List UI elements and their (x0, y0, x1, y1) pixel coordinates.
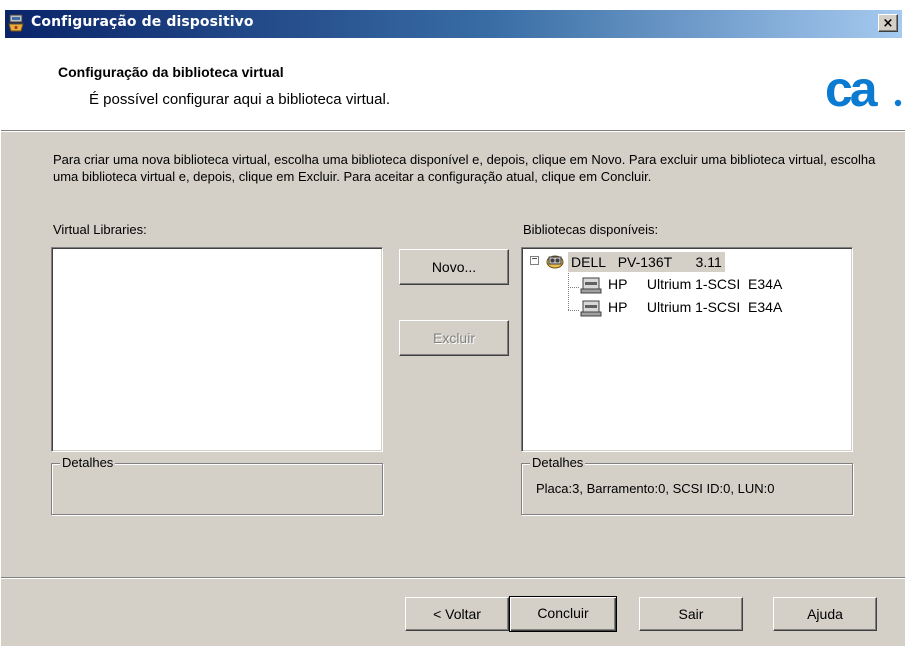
header-title: Configuração da biblioteca virtual (58, 64, 284, 80)
drive-vendor: HP (608, 276, 628, 292)
drive-revision: E34A (748, 276, 783, 292)
tree-node-label: HP Ultrium 1-SCSI E34A (608, 276, 782, 292)
tree-node-label: HP Ultrium 1-SCSI E34A (608, 299, 782, 315)
details-legend: Detalhes (60, 455, 116, 470)
drive-vendor: HP (608, 299, 628, 315)
tape-drive-icon (580, 277, 602, 294)
close-button[interactable]: × (878, 14, 898, 32)
available-libraries-label: Bibliotecas disponíveis: (523, 222, 659, 237)
device-wizard-icon (8, 14, 24, 32)
tree-node-model: PV-136T (617, 254, 673, 270)
details-value: Placa:3, Barramento:0, SCSI ID:0, LUN:0 (536, 481, 775, 496)
finish-button[interactable]: Concluir (509, 596, 617, 632)
drive-model: Ultrium 1-SCSI (646, 299, 741, 315)
collapse-icon[interactable]: − (530, 255, 539, 265)
tree-connector (568, 310, 580, 311)
tape-drive-icon (580, 300, 602, 317)
tape-library-icon (546, 255, 564, 269)
virtual-libraries-list[interactable] (51, 247, 383, 452)
close-icon: × (882, 16, 894, 31)
tree-connector (568, 273, 569, 311)
device-configuration-dialog: Configuração de dispositivo × Configuraç… (0, 0, 905, 646)
header-subtitle: É possível configurar aqui a biblioteca … (89, 91, 390, 108)
instructions-text: Para criar uma nova biblioteca virtual, … (53, 152, 876, 184)
title-bar[interactable]: Configuração de dispositivo × (1, 0, 905, 46)
available-details-group: Detalhes Placa:3, Barramento:0, SCSI ID:… (521, 455, 853, 515)
drive-revision: E34A (748, 299, 783, 315)
virtual-details-group: Detalhes (51, 455, 383, 515)
wizard-header: Configuração da biblioteca virtual É pos… (1, 46, 905, 131)
delete-button[interactable]: Excluir (399, 320, 509, 356)
tree-node-label[interactable]: DELL PV-136T 3.11 (568, 252, 725, 272)
new-button[interactable]: Novo... (399, 249, 509, 285)
drive-model: Ultrium 1-SCSI (646, 276, 741, 292)
exit-button[interactable]: Sair (639, 597, 743, 631)
ca-logo: ca (825, 62, 902, 116)
virtual-libraries-label: Virtual Libraries: (53, 222, 147, 237)
tree-node-revision: 3.11 (695, 254, 722, 270)
details-legend: Detalhes (530, 455, 586, 470)
window-title: Configuração de dispositivo (31, 14, 254, 30)
back-button[interactable]: < Voltar (405, 597, 509, 631)
svg-text:ca: ca (825, 62, 879, 116)
tree-node-vendor: DELL (571, 254, 607, 270)
tree-connector (568, 287, 580, 288)
footer-divider (1, 577, 905, 579)
available-libraries-tree[interactable]: − DELL PV-136T 3.11 HP Ultrium 1-SCSI E3… (521, 247, 853, 452)
help-button[interactable]: Ajuda (773, 597, 877, 631)
